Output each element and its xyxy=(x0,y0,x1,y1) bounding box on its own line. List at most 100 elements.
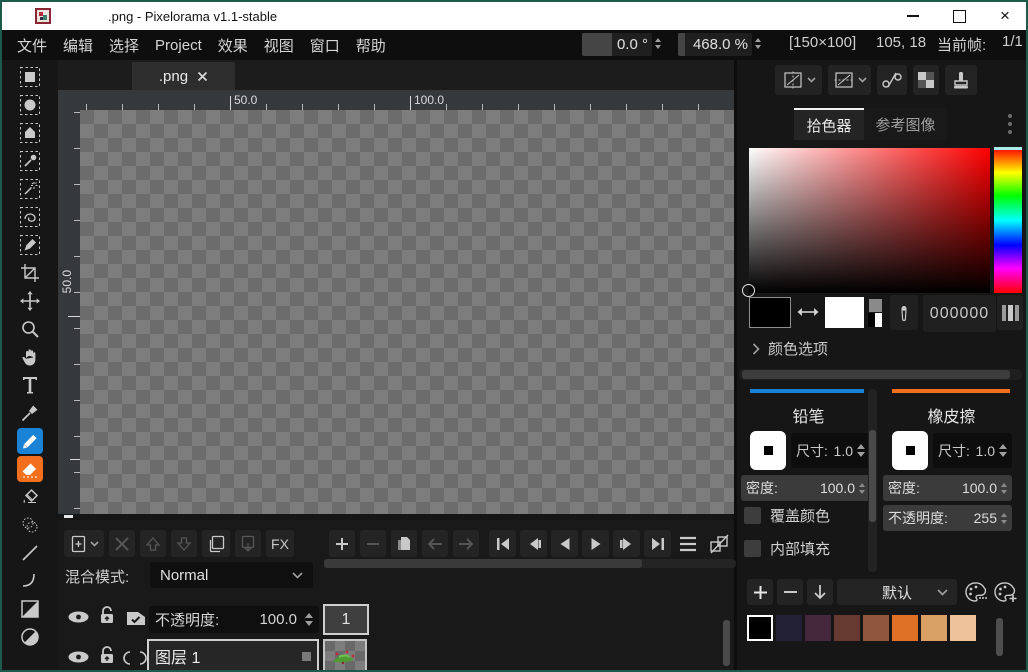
zoom-spin-arrows[interactable] xyxy=(755,38,761,49)
menu-select[interactable]: 选择 xyxy=(101,35,147,56)
titlebar[interactable]: .png - Pixelorama v1.1-stable × xyxy=(2,2,1026,30)
palette-swatch[interactable] xyxy=(776,615,802,641)
palette-swatch[interactable] xyxy=(805,615,831,641)
stamp-button[interactable] xyxy=(945,65,977,95)
layer-visibility-icon[interactable] xyxy=(66,608,91,626)
palette-swatch[interactable] xyxy=(747,615,773,641)
clone-layer-button[interactable] xyxy=(202,530,230,557)
remove-frame-button[interactable] xyxy=(360,530,386,557)
panel-menu-icon[interactable] xyxy=(1008,114,1012,134)
tab-close-icon[interactable] xyxy=(197,71,208,82)
rotation-spin-arrows[interactable] xyxy=(655,38,661,49)
clone-frame-button[interactable] xyxy=(391,530,417,557)
timeline-settings-icon[interactable] xyxy=(678,534,698,554)
menu-view[interactable]: 视图 xyxy=(256,35,302,56)
eraser-size-spinbox[interactable]: 尺寸: 1.0 xyxy=(933,433,1012,468)
layer-opacity-spin[interactable] xyxy=(305,613,313,626)
edit-palette-button[interactable] xyxy=(962,579,990,605)
remove-swatch-button[interactable] xyxy=(777,579,803,605)
layer1-lock-icon[interactable] xyxy=(97,644,117,668)
alpha-lock-button[interactable] xyxy=(913,65,939,95)
layer-fx-button[interactable]: FX xyxy=(266,530,294,557)
eraser-density-slider[interactable]: 密度: 100.0 xyxy=(883,475,1012,501)
ellipse-tool[interactable] xyxy=(16,624,44,650)
move-layer-down-button[interactable] xyxy=(171,530,197,557)
horizontal-ruler[interactable]: 50.0 100.0 xyxy=(58,90,734,110)
color-options-expander[interactable]: 颜色选项 xyxy=(752,338,828,359)
menu-window[interactable]: 窗口 xyxy=(302,35,348,56)
eyedropper-button[interactable] xyxy=(890,295,918,330)
polygon-select-tool[interactable] xyxy=(16,120,44,146)
palette-swatch[interactable] xyxy=(892,615,918,641)
pencil-size-spinbox[interactable]: 尺寸: 1.0 xyxy=(791,433,870,468)
menu-edit[interactable]: 编辑 xyxy=(55,35,101,56)
select-by-color-tool[interactable] xyxy=(16,148,44,174)
vertical-mirror-button[interactable] xyxy=(828,65,871,95)
move-frame-left-button[interactable] xyxy=(422,530,448,557)
canvas-tab[interactable]: .png xyxy=(132,62,235,90)
tab-color-picker[interactable]: 拾色器 xyxy=(794,108,864,140)
crop-tool[interactable] xyxy=(16,260,44,286)
rectangle-select-tool[interactable] xyxy=(16,64,44,90)
palette-swatch[interactable] xyxy=(863,615,889,641)
vertical-ruler[interactable]: 50.0 xyxy=(58,110,80,514)
pencil-tool[interactable] xyxy=(16,428,44,454)
layer1-visibility-icon[interactable] xyxy=(66,648,91,666)
right-color-swatch[interactable] xyxy=(825,297,864,328)
play-button[interactable] xyxy=(582,530,609,557)
pan-tool[interactable] xyxy=(16,344,44,370)
rotation-spinbox[interactable]: 0.0 ° xyxy=(582,33,652,56)
layer-opacity-slider[interactable]: 不透明度: 100.0 xyxy=(149,606,319,633)
overwrite-color-checkbox[interactable]: 覆盖颜色 xyxy=(744,505,830,526)
default-colors-bw-icon[interactable] xyxy=(868,313,882,327)
frame-1-button[interactable]: 1 xyxy=(323,604,369,635)
cel-thumbnail[interactable] xyxy=(323,639,367,672)
curve-tool[interactable] xyxy=(16,568,44,594)
bucket-tool[interactable] xyxy=(16,484,44,510)
tab-reference-images[interactable]: 参考图像 xyxy=(864,108,947,140)
next-frame-button[interactable] xyxy=(613,530,640,557)
left-color-swatch[interactable] xyxy=(749,297,791,328)
pencil-brush-button[interactable] xyxy=(750,431,786,470)
add-frame-button[interactable] xyxy=(329,530,355,557)
palette-select-dropdown[interactable]: 默认 xyxy=(837,579,957,605)
rectangle-tool[interactable] xyxy=(16,596,44,622)
hex-color-input[interactable] xyxy=(923,295,996,332)
timeline-v-scrollbar[interactable] xyxy=(723,620,730,666)
palette-swatch[interactable] xyxy=(950,615,976,641)
zoom-tool[interactable] xyxy=(16,316,44,342)
move-layer-up-button[interactable] xyxy=(140,530,166,557)
color-picker-tool[interactable] xyxy=(16,400,44,426)
fill-inside-checkbox[interactable]: 内部填充 xyxy=(744,538,830,559)
default-colors-icon[interactable] xyxy=(869,299,882,312)
swap-colors-icon[interactable] xyxy=(795,305,821,319)
play-backwards-button[interactable] xyxy=(551,530,578,557)
timeline-h-scrollbar[interactable] xyxy=(324,559,736,568)
minimize-button[interactable] xyxy=(898,2,928,30)
close-button[interactable]: × xyxy=(990,2,1020,30)
add-layer-button[interactable] xyxy=(64,530,104,557)
palette-swatch[interactable] xyxy=(834,615,860,641)
menu-file[interactable]: 文件 xyxy=(9,35,55,56)
shading-tool[interactable] xyxy=(16,512,44,538)
first-frame-button[interactable] xyxy=(489,530,516,557)
color-mode-button[interactable] xyxy=(997,295,1023,330)
hue-slider-thumb[interactable] xyxy=(994,147,1022,150)
pixel-perfect-button[interactable] xyxy=(877,65,907,95)
zoom-spinbox[interactable]: 468.0 % xyxy=(678,33,752,56)
previous-frame-button[interactable] xyxy=(520,530,547,557)
saturation-value-box[interactable] xyxy=(749,148,990,293)
eraser-brush-button[interactable] xyxy=(892,431,928,470)
drawing-canvas[interactable] xyxy=(80,110,734,514)
lasso-tool[interactable] xyxy=(16,204,44,230)
eraser-opacity-slider[interactable]: 不透明度: 255 xyxy=(883,505,1012,531)
new-palette-button[interactable] xyxy=(992,579,1020,605)
merge-down-button[interactable] xyxy=(235,530,261,557)
layer1-link-icon[interactable] xyxy=(122,650,148,666)
layer-name-field[interactable]: 图层 1 xyxy=(147,639,319,672)
palette-v-scrollbar[interactable] xyxy=(996,618,1003,656)
menu-effects[interactable]: 效果 xyxy=(210,35,256,56)
remove-layer-button[interactable] xyxy=(109,530,135,557)
last-frame-button[interactable] xyxy=(644,530,671,557)
layer-lock-icon[interactable] xyxy=(97,604,117,628)
